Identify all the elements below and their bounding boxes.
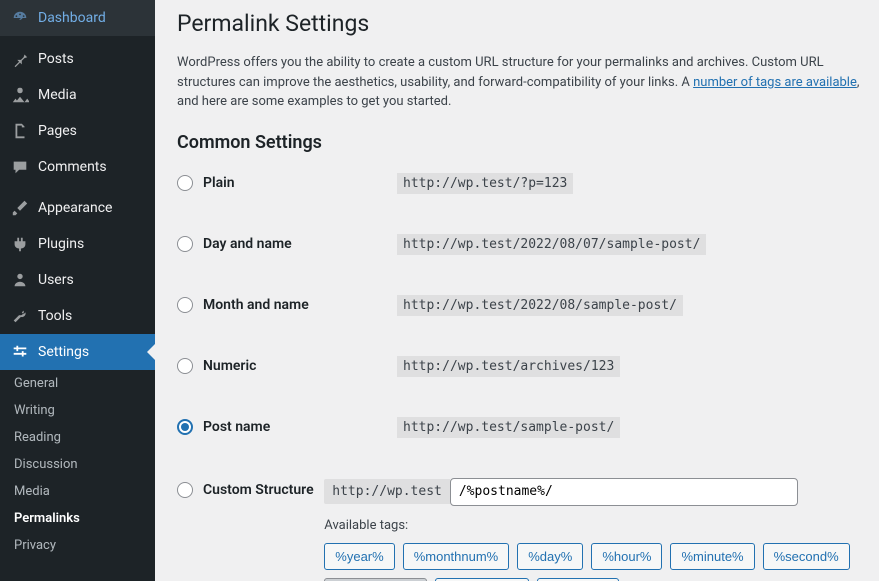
- radio-plain[interactable]: [177, 175, 193, 191]
- radio-numeric[interactable]: [177, 358, 193, 374]
- tag-second[interactable]: %second%: [763, 543, 850, 570]
- example-url: http://wp.test/sample-post/: [397, 417, 620, 438]
- option-label[interactable]: Custom Structure: [177, 478, 324, 498]
- media-icon: [10, 85, 30, 105]
- sub-item-permalinks[interactable]: Permalinks: [0, 505, 155, 532]
- url-prefix: http://wp.test: [324, 479, 450, 504]
- radio-day-name[interactable]: [177, 236, 193, 252]
- sidebar-item-label: Comments: [38, 159, 107, 175]
- page-icon: [10, 121, 30, 141]
- tag-day[interactable]: %day%: [517, 543, 583, 570]
- sidebar-item-tools[interactable]: Tools: [0, 298, 155, 334]
- tag-hour[interactable]: %hour%: [591, 543, 662, 570]
- custom-structure-input[interactable]: [450, 478, 798, 506]
- sub-item-discussion[interactable]: Discussion: [0, 451, 155, 478]
- comment-icon: [10, 157, 30, 177]
- sidebar-item-label: Settings: [38, 344, 89, 360]
- example-url: http://wp.test/archives/123: [397, 356, 620, 377]
- sidebar-item-label: Posts: [38, 51, 74, 67]
- radio-post-name[interactable]: [177, 419, 193, 435]
- sidebar-item-posts[interactable]: Posts: [0, 41, 155, 77]
- sidebar-item-label: Appearance: [38, 200, 112, 216]
- option-label[interactable]: Day and name: [177, 236, 397, 252]
- tag-year[interactable]: %year%: [324, 543, 394, 570]
- sidebar-item-label: Tools: [38, 308, 72, 324]
- sub-item-writing[interactable]: Writing: [0, 397, 155, 424]
- tag-postname[interactable]: %postname%: [324, 578, 426, 581]
- tag-category[interactable]: %category%: [435, 578, 530, 581]
- sub-item-media[interactable]: Media: [0, 478, 155, 505]
- user-icon: [10, 270, 30, 290]
- sub-item-privacy[interactable]: Privacy: [0, 532, 155, 559]
- sub-item-general[interactable]: General: [0, 370, 155, 397]
- sidebar-item-plugins[interactable]: Plugins: [0, 226, 155, 262]
- sliders-icon: [10, 342, 30, 362]
- sidebar-item-dashboard[interactable]: Dashboard: [0, 0, 155, 36]
- wrench-icon: [10, 306, 30, 326]
- brush-icon: [10, 198, 30, 218]
- tag-monthnum[interactable]: %monthnum%: [403, 543, 510, 570]
- tag-list: %year% %monthnum% %day% %hour% %minute% …: [324, 543, 879, 581]
- option-label[interactable]: Post name: [177, 419, 397, 435]
- sidebar-item-label: Media: [38, 87, 77, 103]
- example-url: http://wp.test/?p=123: [397, 173, 573, 194]
- radio-month-name[interactable]: [177, 297, 193, 313]
- option-label[interactable]: Plain: [177, 175, 397, 191]
- tag-minute[interactable]: %minute%: [670, 543, 754, 570]
- sidebar-item-users[interactable]: Users: [0, 262, 155, 298]
- admin-sidebar: Dashboard Posts Media Pages Comments App…: [0, 0, 155, 581]
- plugin-icon: [10, 234, 30, 254]
- page-title: Permalink Settings: [177, 10, 879, 37]
- sidebar-item-label: Dashboard: [38, 10, 106, 26]
- sidebar-item-pages[interactable]: Pages: [0, 113, 155, 149]
- tag-author[interactable]: %author%: [537, 578, 619, 581]
- option-plain: Plain http://wp.test/?p=123: [177, 173, 879, 194]
- sub-item-reading[interactable]: Reading: [0, 424, 155, 451]
- dashboard-icon: [10, 8, 30, 28]
- tags-link[interactable]: number of tags are available: [693, 75, 857, 90]
- main-content: Permalink Settings WordPress offers you …: [155, 0, 879, 581]
- option-post-name: Post name http://wp.test/sample-post/: [177, 417, 879, 438]
- sidebar-item-label: Pages: [38, 123, 77, 139]
- option-day-name: Day and name http://wp.test/2022/08/07/s…: [177, 234, 879, 255]
- available-tags-label: Available tags:: [324, 518, 879, 533]
- page-description: WordPress offers you the ability to crea…: [177, 53, 879, 112]
- sidebar-item-label: Plugins: [38, 236, 84, 252]
- option-numeric: Numeric http://wp.test/archives/123: [177, 356, 879, 377]
- example-url: http://wp.test/2022/08/sample-post/: [397, 295, 683, 316]
- option-label[interactable]: Numeric: [177, 358, 397, 374]
- option-month-name: Month and name http://wp.test/2022/08/sa…: [177, 295, 879, 316]
- radio-custom[interactable]: [177, 482, 193, 498]
- pin-icon: [10, 49, 30, 69]
- option-custom: Custom Structure http://wp.test Availabl…: [177, 478, 879, 581]
- option-label[interactable]: Month and name: [177, 297, 397, 313]
- sidebar-item-label: Users: [38, 272, 74, 288]
- sidebar-item-settings[interactable]: Settings: [0, 334, 155, 370]
- sidebar-item-appearance[interactable]: Appearance: [0, 190, 155, 226]
- example-url: http://wp.test/2022/08/07/sample-post/: [397, 234, 706, 255]
- sidebar-item-media[interactable]: Media: [0, 77, 155, 113]
- section-heading: Common Settings: [177, 132, 879, 153]
- sidebar-item-comments[interactable]: Comments: [0, 149, 155, 185]
